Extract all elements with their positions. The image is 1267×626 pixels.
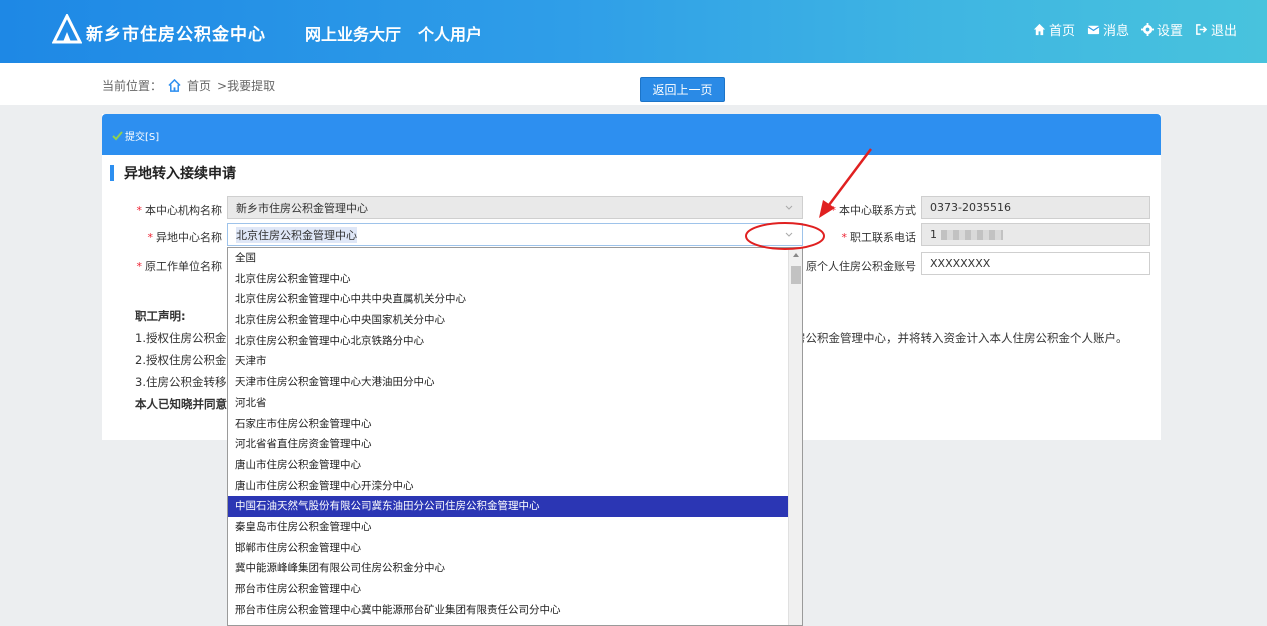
account-field[interactable]: XXXXXXXX (921, 252, 1150, 275)
declaration-line-4: 本人已知晓并同意 (135, 397, 227, 411)
dropdown-option[interactable]: 天津市住房公积金管理中心大港油田分中心 (228, 372, 789, 393)
site-logo-text: 新乡市住房公积金中心 (86, 25, 266, 45)
message-icon (1087, 25, 1100, 35)
dropdown-list: 全国 北京住房公积金管理中心 北京住房公积金管理中心中共中央直属机关分中心 北京住房公… (228, 248, 802, 620)
declaration-line-1-end: 房公积金管理中心，并将转入资金计入本人住房公积金个人账户。 (794, 331, 1128, 345)
chevron-down-icon (785, 205, 793, 210)
contact-field[interactable]: 0373-2035516 (921, 196, 1150, 219)
nav-logout[interactable]: 退出 (1195, 20, 1237, 39)
dropdown-option[interactable]: 中国石油天然气股份有限公司冀东油田分公司住房公积金管理中心 (228, 496, 789, 517)
remote-center-dropdown[interactable]: 全国 北京住房公积金管理中心 北京住房公积金管理中心中共中央直属机关分中心 北京住房公… (227, 247, 803, 626)
breadcrumb-current: >我要提取 (217, 79, 276, 93)
account-label: 原个人住房公积金账号 (806, 260, 916, 273)
top-header: 新乡市住房公积金中心 网上业务大厅 个人用户 首页 消息 设置 退出 (0, 0, 1267, 63)
nav-home[interactable]: 首页 (1033, 20, 1075, 39)
contact-label: * 本中心联系方式 (830, 204, 917, 217)
phone-value: 1 (930, 228, 937, 241)
section-title: 异地转入接续申请 (110, 163, 236, 183)
nav-logout-label: 退出 (1210, 24, 1237, 39)
remote-center-select[interactable]: 北京住房公积金管理中心 (227, 223, 803, 246)
dropdown-option[interactable]: 唐山市住房公积金管理中心开滦分中心 (228, 476, 789, 497)
nav-home-label: 首页 (1048, 24, 1075, 39)
back-button[interactable]: 返回上一页 (640, 77, 725, 102)
blurred-phone (941, 229, 1003, 240)
personal-user-title[interactable]: 个人用户 (418, 21, 482, 45)
declaration-line-3: 3.住房公积金转移 (135, 375, 227, 389)
top-nav: 首页 消息 设置 退出 (1033, 20, 1237, 39)
center-name-label: * 本中心机构名称 (136, 204, 223, 217)
dropdown-option[interactable]: 河北省 (228, 393, 789, 414)
submit-label: 提交[S] (125, 132, 160, 143)
logo-icon (52, 14, 82, 44)
dropdown-option[interactable]: 邢台市住房公积金管理中心 (228, 579, 789, 600)
center-name-field[interactable]: 新乡市住房公积金管理中心 (227, 196, 803, 219)
nav-settings[interactable]: 设置 (1140, 20, 1183, 39)
phone-label: * 职工联系电话 (841, 231, 917, 244)
dropdown-option[interactable]: 石家庄市住房公积金管理中心 (228, 414, 789, 435)
dropdown-option[interactable]: 唐山市住房公积金管理中心 (228, 455, 789, 476)
nav-settings-label: 设置 (1156, 24, 1183, 39)
phone-field[interactable]: 1 (921, 223, 1150, 246)
form-title: 异地转入接续申请 (124, 166, 236, 182)
online-hall-title[interactable]: 网上业务大厅 (305, 21, 401, 45)
chevron-down-icon[interactable] (784, 229, 794, 239)
dropdown-option[interactable]: 北京住房公积金管理中心中央国家机关分中心 (228, 310, 789, 331)
home-icon (1033, 23, 1046, 36)
declaration-line-1: 1.授权住房公积金 (135, 331, 227, 345)
scroll-up-icon[interactable] (792, 251, 800, 259)
employer-label: * 原工作单位名称 (136, 260, 223, 273)
breadcrumb-bar: 当前位置： 首页 >我要提取 返回上一页 (0, 63, 1267, 105)
dropdown-option[interactable]: 秦皇岛市住房公积金管理中心 (228, 517, 789, 538)
account-value: XXXXXXXX (930, 257, 991, 270)
dropdown-option[interactable]: 全国 (228, 248, 789, 269)
dropdown-option[interactable]: 北京住房公积金管理中心北京铁路分中心 (228, 331, 789, 352)
dropdown-scrollbar[interactable] (788, 248, 802, 625)
check-icon (112, 130, 123, 140)
dropdown-option[interactable]: 邯郸市住房公积金管理中心 (228, 538, 789, 559)
nav-message-label: 消息 (1102, 24, 1129, 39)
breadcrumb-home[interactable]: 首页 (187, 77, 211, 94)
dropdown-option[interactable]: 北京住房公积金管理中心 (228, 269, 789, 290)
card-toolbar: 提交[S] (102, 114, 1161, 155)
declaration-title: 职工声明: (135, 309, 186, 323)
breadcrumb: 当前位置： 首页 >我要提取 (102, 77, 275, 94)
dropdown-option[interactable]: 冀中能源峰峰集团有限公司住房公积金分中心 (228, 558, 789, 579)
nav-message[interactable]: 消息 (1087, 20, 1129, 39)
home-icon (168, 79, 181, 92)
contact-value: 0373-2035516 (930, 201, 1011, 214)
title-bar (110, 165, 114, 181)
declaration-line-2: 2.授权住房公积金 (135, 353, 227, 367)
logout-icon (1196, 24, 1208, 35)
remote-center-label: * 异地中心名称 (147, 231, 223, 244)
submit-button[interactable]: 提交[S] (112, 128, 159, 143)
gear-icon (1140, 23, 1154, 36)
scroll-thumb[interactable] (791, 266, 801, 284)
dropdown-option[interactable]: 河北省省直住房资金管理中心 (228, 434, 789, 455)
remote-center-value: 北京住房公积金管理中心 (236, 226, 357, 243)
dropdown-option[interactable]: 天津市 (228, 351, 789, 372)
dropdown-option[interactable]: 邢台市住房公积金管理中心冀中能源邢台矿业集团有限责任公司分中心 (228, 600, 789, 621)
center-name-value: 新乡市住房公积金管理中心 (236, 201, 368, 215)
dropdown-option[interactable]: 北京住房公积金管理中心中共中央直属机关分中心 (228, 289, 789, 310)
breadcrumb-prefix: 当前位置： (102, 79, 163, 93)
